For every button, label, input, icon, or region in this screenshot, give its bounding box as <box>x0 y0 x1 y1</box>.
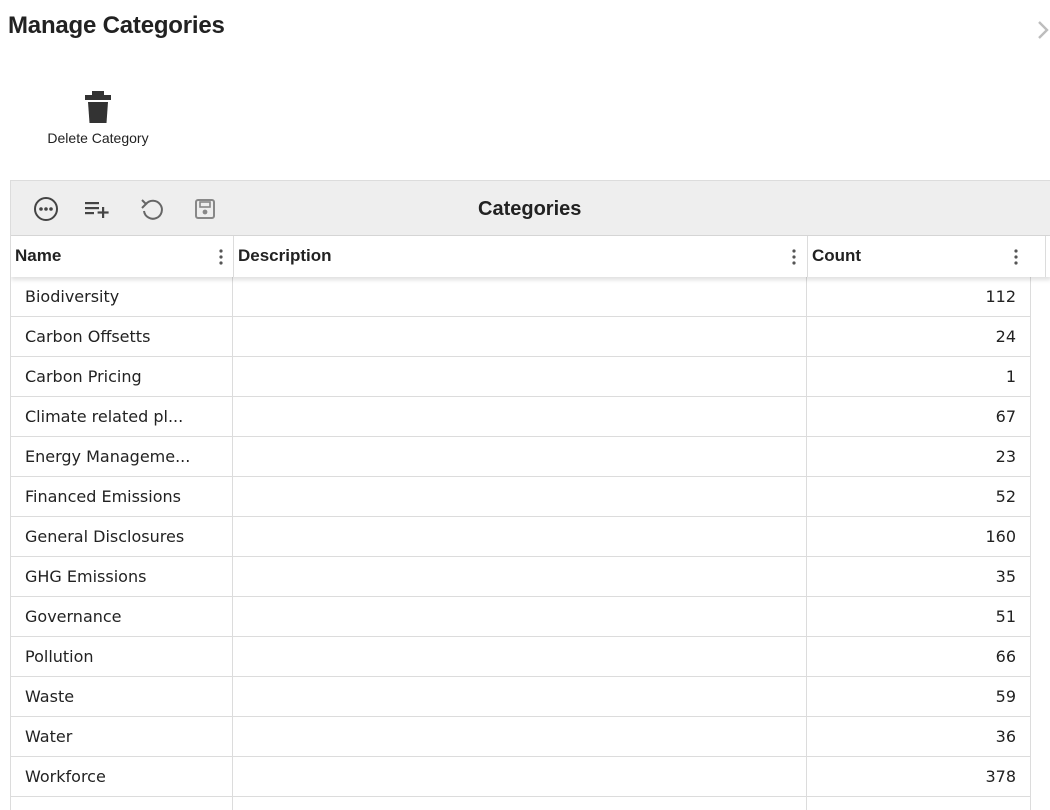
name-cell[interactable]: Water <box>11 717 233 757</box>
column-menu-count-button[interactable] <box>1010 248 1022 266</box>
count-cell[interactable]: 67 <box>807 397 1031 437</box>
name-cell[interactable]: Energy Manageme... <box>11 437 233 477</box>
dialog-title: Manage Categories <box>8 12 225 39</box>
column-header-description[interactable]: Description <box>233 236 807 277</box>
description-cell[interactable] <box>233 797 807 810</box>
table-row[interactable] <box>11 797 1031 810</box>
save-icon <box>195 199 215 219</box>
name-cell[interactable]: Waste <box>11 677 233 717</box>
description-cell[interactable] <box>233 637 807 677</box>
grid-toolbar: Categories <box>11 181 1050 236</box>
kebab-menu-icon <box>219 249 223 265</box>
count-cell[interactable]: 378 <box>807 757 1031 797</box>
description-cell[interactable] <box>233 677 807 717</box>
name-cell[interactable]: Governance <box>11 597 233 637</box>
table-row[interactable]: General Disclosures 160 <box>11 517 1031 557</box>
count-cell[interactable]: 160 <box>807 517 1031 557</box>
name-cell[interactable]: Financed Emissions <box>11 477 233 517</box>
name-cell[interactable]: Carbon Pricing <box>11 357 233 397</box>
description-cell[interactable] <box>233 597 807 637</box>
count-cell[interactable]: 51 <box>807 597 1031 637</box>
add-row-icon <box>85 202 109 218</box>
table-row[interactable]: Governance 51 <box>11 597 1031 637</box>
count-cell[interactable]: 59 <box>807 677 1031 717</box>
table-row[interactable]: Workforce 378 <box>11 757 1031 797</box>
name-cell[interactable]: General Disclosures <box>11 517 233 557</box>
table-row[interactable]: Energy Manageme... 23 <box>11 437 1031 477</box>
description-cell[interactable] <box>233 317 807 357</box>
description-cell[interactable] <box>233 717 807 757</box>
description-cell[interactable] <box>233 557 807 597</box>
name-cell[interactable]: Climate related pl... <box>11 397 233 437</box>
name-cell[interactable]: Pollution <box>11 637 233 677</box>
more-options-icon <box>34 197 58 221</box>
delete-category-button[interactable]: Delete Category <box>30 86 166 156</box>
count-cell[interactable]: 1 <box>807 357 1031 397</box>
description-cell[interactable] <box>233 397 807 437</box>
column-header-name[interactable]: Name <box>11 236 233 277</box>
more-options-button[interactable] <box>33 196 59 222</box>
table-row[interactable]: Financed Emissions 52 <box>11 477 1031 517</box>
grid-body: Biodiversity 112 Carbon Offsetts 24 Carb… <box>11 277 1031 810</box>
trash-icon <box>85 91 111 123</box>
count-cell[interactable]: 112 <box>807 277 1031 317</box>
save-button[interactable] <box>192 196 218 222</box>
description-cell[interactable] <box>233 517 807 557</box>
column-menu-description-button[interactable] <box>788 248 800 266</box>
name-cell[interactable]: Carbon Offsetts <box>11 317 233 357</box>
description-cell[interactable] <box>233 477 807 517</box>
column-header-label: Count <box>812 246 862 265</box>
delete-category-label: Delete Category <box>47 130 149 146</box>
table-row[interactable]: Climate related pl... 67 <box>11 397 1031 437</box>
categories-grid: Categories Name Description Count Biodiv… <box>10 180 1050 810</box>
name-cell[interactable]: Biodiversity <box>11 277 233 317</box>
grid-header-row: Name Description Count <box>11 236 1050 277</box>
table-row[interactable]: Biodiversity 112 <box>11 277 1031 317</box>
table-row[interactable]: Carbon Offsetts 24 <box>11 317 1031 357</box>
column-header-label: Name <box>15 246 62 265</box>
column-header-label: Description <box>238 246 332 265</box>
undo-icon <box>141 199 163 220</box>
count-cell[interactable]: 52 <box>807 477 1031 517</box>
chevron-right-icon <box>1038 21 1049 39</box>
count-cell[interactable]: 36 <box>807 717 1031 757</box>
name-cell[interactable] <box>11 797 233 810</box>
manage-categories-dialog: Manage Categories Delete Category Catego… <box>0 0 1050 810</box>
close-button[interactable] <box>1036 16 1050 44</box>
column-divider <box>1045 236 1046 277</box>
table-row[interactable]: Carbon Pricing 1 <box>11 357 1031 397</box>
add-row-button[interactable] <box>84 196 110 222</box>
description-cell[interactable] <box>233 357 807 397</box>
count-cell[interactable]: 24 <box>807 317 1031 357</box>
table-row[interactable]: Water 36 <box>11 717 1031 757</box>
count-cell[interactable]: 66 <box>807 637 1031 677</box>
table-row[interactable]: Pollution 66 <box>11 637 1031 677</box>
description-cell[interactable] <box>233 277 807 317</box>
description-cell[interactable] <box>233 757 807 797</box>
description-cell[interactable] <box>233 437 807 477</box>
table-row[interactable]: GHG Emissions 35 <box>11 557 1031 597</box>
count-cell[interactable] <box>807 797 1031 810</box>
table-row[interactable]: Waste 59 <box>11 677 1031 717</box>
kebab-menu-icon <box>792 249 796 265</box>
grid-title: Categories <box>478 198 582 220</box>
count-cell[interactable]: 35 <box>807 557 1031 597</box>
name-cell[interactable]: Workforce <box>11 757 233 797</box>
name-cell[interactable]: GHG Emissions <box>11 557 233 597</box>
count-cell[interactable]: 23 <box>807 437 1031 477</box>
column-menu-name-button[interactable] <box>215 248 227 266</box>
undo-button[interactable] <box>139 196 165 222</box>
kebab-menu-icon <box>1014 249 1018 265</box>
